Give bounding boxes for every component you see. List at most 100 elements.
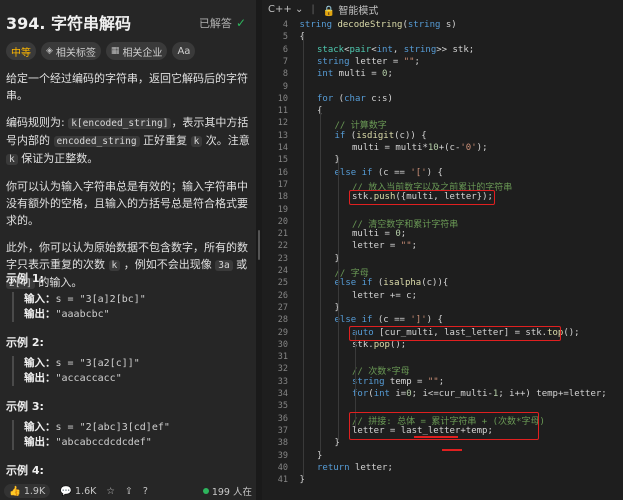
code-line[interactable]: 39}	[262, 451, 623, 463]
code-line[interactable]: 27}	[262, 303, 623, 315]
code-line[interactable]: 15}	[262, 155, 623, 167]
code-line[interactable]: 40 return letter;	[262, 463, 623, 475]
code-text: int multi = 0;	[317, 69, 393, 80]
line-number: 25	[277, 278, 288, 289]
code-editor[interactable]: 4 string decodeString(string s) 5{6 stack<p…	[262, 18, 623, 500]
line-number: 14	[277, 143, 288, 153]
inline-code: k	[190, 136, 203, 147]
problem-panel: 394. 字符串解码 已解答 ✓ 中等 ◈ 相关标签 ▦ 相关企业 Aa 给定一…	[0, 0, 256, 500]
code-line[interactable]: 5{	[262, 32, 623, 44]
code-line[interactable]: 16 else if (c == '[') {	[262, 168, 623, 180]
smart-mode-toggle[interactable]: 🔒 智能模式	[323, 2, 379, 17]
code-line[interactable]: 10 for (char c:s)	[262, 94, 623, 106]
inline-code: k	[6, 154, 18, 165]
code-line[interactable]: 12 // 计算数字	[262, 118, 623, 131]
code-line[interactable]: 33 string temp = "";	[262, 377, 623, 389]
annotation-underline	[414, 435, 458, 438]
line-number: 33	[277, 376, 288, 387]
code-text: multi = 0;	[352, 229, 407, 240]
annotation-underline	[442, 449, 462, 452]
code-line[interactable]: 9	[262, 82, 623, 94]
code-line[interactable]: 11{	[262, 106, 623, 118]
line-number: 31	[277, 352, 288, 363]
line-number: 10	[277, 93, 288, 104]
indent-guide	[320, 108, 321, 453]
example-1-title: 示例 1:	[6, 272, 44, 285]
code-line[interactable]: 6 stack<pair<int, string>> stk;	[262, 45, 623, 57]
problem-title: 394. 字符串解码	[6, 14, 132, 33]
example-3-title: 示例 3:	[6, 400, 44, 413]
tag-row: 中等 ◈ 相关标签 ▦ 相关企业 Aa	[6, 42, 196, 60]
font-size-button[interactable]: Aa	[172, 42, 196, 60]
line-number: 38	[277, 438, 288, 449]
help-button[interactable]: ?	[143, 486, 148, 497]
line-number: 9	[282, 81, 288, 92]
code-line[interactable]: 32 // 次数*字母	[262, 364, 623, 378]
code-line[interactable]: 8 int multi = 0;	[262, 69, 623, 81]
code-line[interactable]: 4 string decodeString(string s)	[262, 20, 623, 32]
code-line[interactable]: 23}	[262, 254, 623, 266]
online-count: 199 人在	[211, 487, 252, 498]
example-2-title: 示例 2:	[6, 336, 44, 349]
star-icon: ☆	[106, 485, 115, 497]
code-text: string decodeString(string s)	[299, 20, 457, 30]
code-line[interactable]: 14 multi = multi*10+(c-'0');	[262, 143, 623, 155]
like-count: 1.9K	[23, 485, 46, 497]
star-button[interactable]: ☆	[106, 486, 115, 497]
code-text: string letter = "";	[317, 56, 420, 67]
line-number: 32	[277, 364, 288, 375]
line-number: 41	[277, 475, 288, 486]
code-line[interactable]: 22 letter = "";	[262, 241, 623, 253]
code-text: multi = multi*10+(c-'0');	[352, 143, 488, 153]
title-row: 394. 字符串解码 已解答 ✓	[6, 8, 252, 36]
comment-icon: 💬	[60, 485, 73, 497]
comments-button[interactable]: 💬 1.6K	[60, 486, 96, 497]
code-line[interactable]: 24 // 字母	[262, 266, 623, 279]
related-companies-label: 相关企业	[122, 47, 163, 59]
line-number: 11	[277, 106, 288, 117]
inline-code: k[encoded_string]	[68, 118, 172, 129]
code-line[interactable]: 19	[262, 205, 623, 217]
code-line[interactable]: 25 else if (isalpha(c)){	[262, 278, 623, 290]
annotation-box	[349, 325, 561, 341]
code-text: string temp = "";	[352, 376, 445, 387]
line-number: 6	[282, 44, 288, 55]
indent-guide	[302, 34, 304, 478]
inline-code: encoded_string	[53, 136, 140, 147]
like-button[interactable]: 👍 1.9K	[4, 484, 51, 498]
language-selector[interactable]: C++ ⌄	[268, 4, 303, 15]
code-line[interactable]: 7 string letter = "";	[262, 57, 623, 69]
line-number: 40	[277, 462, 288, 473]
share-icon: ⇪	[124, 485, 133, 497]
editor-toolbar: C++ ⌄ | 🔒 智能模式	[262, 0, 623, 18]
code-text: else if (c == '[') {	[334, 167, 443, 178]
code-line[interactable]: 31	[262, 352, 623, 364]
code-line[interactable]: 13 if (isdigit(c)) {	[262, 131, 623, 143]
tag-icon: ◈	[46, 46, 53, 56]
code-text: // 次数*字母	[352, 367, 410, 378]
line-number: 17	[277, 179, 288, 190]
splitter-grip[interactable]	[258, 230, 260, 260]
line-number: 4	[282, 20, 288, 30]
line-number: 21	[277, 229, 288, 240]
difficulty-tag[interactable]: 中等	[6, 42, 36, 60]
inline-code: k	[108, 260, 121, 271]
desc-paragraph-2: 编码规则为: k[encoded_string] ，表示其中方括号内部的 enco…	[6, 116, 250, 165]
code-line[interactable]: 26 letter += c;	[262, 291, 623, 303]
share-button[interactable]: ⇪	[125, 486, 133, 497]
example-4-title: 示例 4:	[6, 464, 44, 477]
solved-status: 已解答 ✓	[199, 15, 246, 31]
code-line[interactable]: 21 multi = 0;	[262, 229, 623, 241]
related-companies-button[interactable]: ▦ 相关企业	[105, 42, 168, 60]
code-text: letter = "";	[352, 241, 418, 252]
line-number: 30	[277, 339, 288, 350]
code-line[interactable]: 34 for(int i=0; i<=cur_multi-1; i++) temp…	[262, 389, 623, 401]
line-number: 15	[277, 155, 288, 166]
code-line[interactable]: 20 // 清空数字和累计字符串	[262, 216, 623, 230]
line-number: 20	[277, 216, 288, 227]
related-tags-label: 相关标签	[55, 47, 96, 59]
related-tags-button[interactable]: ◈ 相关标签	[41, 42, 101, 60]
online-indicator: 199 人在	[202, 484, 256, 498]
code-line[interactable]: 41}	[262, 475, 623, 487]
code-line[interactable]: 30 stk.pop();	[262, 340, 623, 352]
